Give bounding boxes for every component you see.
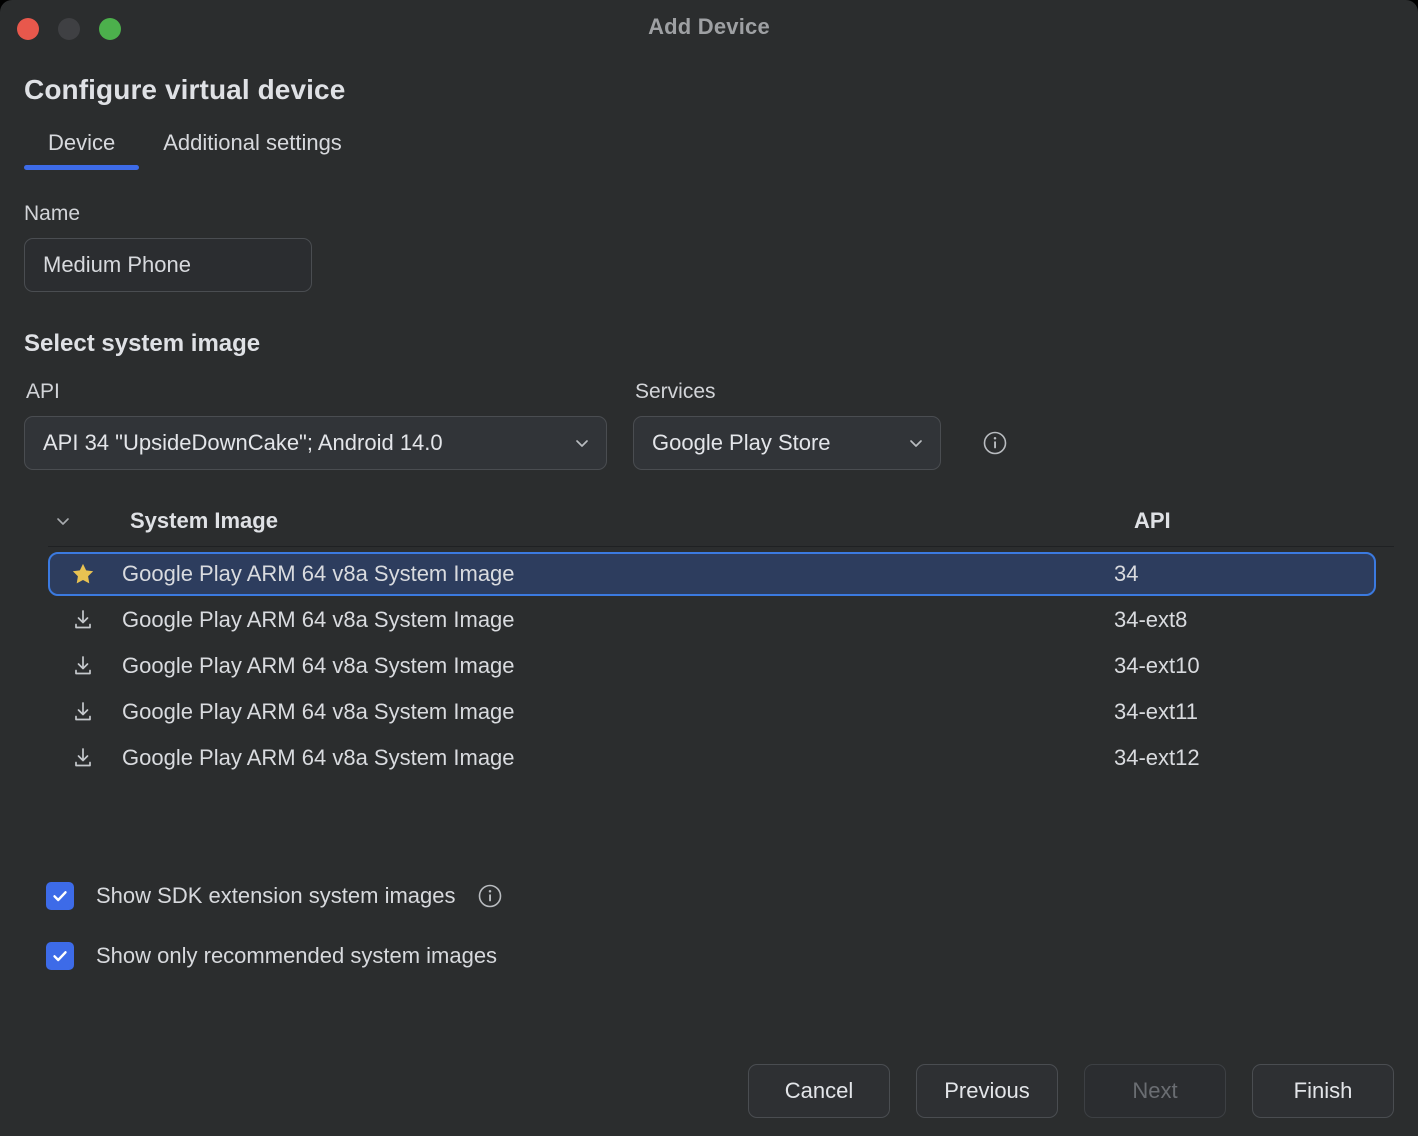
services-label: Services [635, 380, 941, 404]
table-row-name: Google Play ARM 64 v8a System Image [100, 561, 1114, 587]
table-row-name: Google Play ARM 64 v8a System Image [100, 607, 1114, 633]
table-row-api: 34-ext11 [1114, 699, 1374, 725]
table-row-api: 34-ext8 [1114, 607, 1374, 633]
select-system-image-title: Select system image [24, 330, 1394, 358]
tab-additional-settings-label: Additional settings [163, 130, 342, 155]
add-device-dialog: Add Device Configure virtual device Devi… [0, 0, 1418, 1136]
table-row-api: 34-ext12 [1114, 745, 1374, 771]
download-icon[interactable] [66, 746, 100, 770]
services-selector-group: Services Google Play Store [633, 380, 941, 470]
device-name-input[interactable] [24, 238, 312, 292]
column-header-system-image[interactable]: System Image [108, 508, 1134, 534]
services-info-icon[interactable] [981, 429, 1009, 457]
services-dropdown-value: Google Play Store [652, 430, 831, 456]
download-icon[interactable] [66, 608, 100, 632]
page-title: Configure virtual device [24, 74, 1394, 106]
column-header-api[interactable]: API [1134, 508, 1394, 534]
services-dropdown[interactable]: Google Play Store [633, 416, 941, 470]
table-row[interactable]: Google Play ARM 64 v8a System Image 34-e… [48, 736, 1376, 780]
table-row[interactable]: Google Play ARM 64 v8a System Image 34 [48, 552, 1376, 596]
table-row[interactable]: Google Play ARM 64 v8a System Image 34-e… [48, 690, 1376, 734]
dialog-footer: Cancel Previous Next Finish [0, 1064, 1418, 1118]
system-image-table: System Image API Google Play ARM 64 v8a … [24, 508, 1394, 780]
dialog-content: Configure virtual device Device Addition… [0, 74, 1418, 976]
chevron-down-icon[interactable] [48, 512, 78, 530]
table-row[interactable]: Google Play ARM 64 v8a System Image 34-e… [48, 644, 1376, 688]
option-show-only-recommended[interactable]: Show only recommended system images [46, 936, 1394, 976]
name-label: Name [24, 202, 1394, 226]
table-row-api: 34 [1114, 561, 1374, 587]
api-label: API [26, 380, 607, 404]
sdk-extension-info-icon[interactable] [476, 882, 504, 910]
tab-device-label: Device [48, 130, 115, 155]
tab-device[interactable]: Device [24, 130, 139, 170]
api-dropdown-value: API 34 "UpsideDownCake"; Android 14.0 [43, 430, 443, 456]
download-icon[interactable] [66, 700, 100, 724]
options-group: Show SDK extension system images Show on… [24, 876, 1394, 976]
table-row-name: Google Play ARM 64 v8a System Image [100, 745, 1114, 771]
selector-row: API API 34 "UpsideDownCake"; Android 14.… [24, 380, 1394, 470]
checkbox-label: Show only recommended system images [96, 943, 497, 969]
download-icon[interactable] [66, 654, 100, 678]
table-body: Google Play ARM 64 v8a System Image 34 G… [24, 552, 1394, 780]
title-bar: Add Device [0, 0, 1418, 56]
table-row-api: 34-ext10 [1114, 653, 1374, 679]
chevron-down-icon [572, 433, 592, 453]
window-title: Add Device [0, 14, 1418, 40]
next-button: Next [1084, 1064, 1226, 1118]
cancel-button[interactable]: Cancel [748, 1064, 890, 1118]
finish-button[interactable]: Finish [1252, 1064, 1394, 1118]
option-show-sdk-extension[interactable]: Show SDK extension system images [46, 876, 1394, 916]
star-icon [66, 561, 100, 587]
checkbox-label: Show SDK extension system images [96, 883, 456, 909]
table-header-row: System Image API [48, 508, 1394, 547]
checkbox-show-sdk-extension[interactable] [46, 882, 74, 910]
chevron-down-icon [906, 433, 926, 453]
api-dropdown[interactable]: API 34 "UpsideDownCake"; Android 14.0 [24, 416, 607, 470]
tab-additional-settings[interactable]: Additional settings [139, 130, 366, 170]
previous-button[interactable]: Previous [916, 1064, 1058, 1118]
table-row-name: Google Play ARM 64 v8a System Image [100, 699, 1114, 725]
table-row[interactable]: Google Play ARM 64 v8a System Image 34-e… [48, 598, 1376, 642]
api-selector-group: API API 34 "UpsideDownCake"; Android 14.… [24, 380, 607, 470]
table-row-name: Google Play ARM 64 v8a System Image [100, 653, 1114, 679]
checkbox-show-only-recommended[interactable] [46, 942, 74, 970]
tab-bar: Device Additional settings [24, 130, 1394, 170]
